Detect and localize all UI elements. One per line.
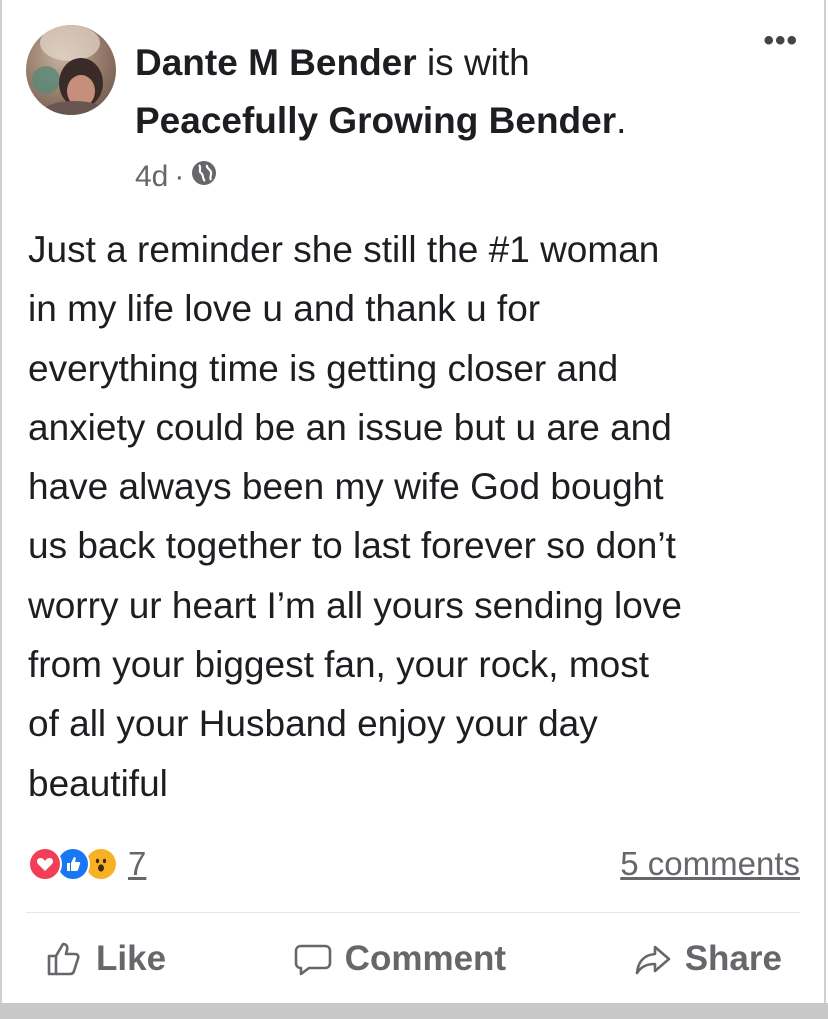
with-text: is with — [426, 42, 530, 83]
post-text: Just a reminder she still the #1 woman i… — [28, 229, 682, 804]
reaction-count[interactable]: 7 — [128, 845, 146, 883]
bottom-separator — [0, 1003, 828, 1019]
comment-label: Comment — [344, 939, 507, 978]
share-label: Share — [684, 939, 782, 978]
meta-separator: · — [174, 160, 185, 193]
post-header: Dante M Bender is with Peacefully Growin… — [135, 34, 735, 150]
avatar[interactable] — [26, 25, 116, 115]
love-reaction-icon — [28, 847, 62, 881]
like-button[interactable]: Like — [26, 939, 184, 979]
author-name[interactable]: Dante M Bender — [135, 42, 417, 83]
reaction-summary[interactable]: 7 — [28, 842, 146, 886]
globe-icon — [190, 159, 218, 195]
share-button[interactable]: Share — [615, 939, 800, 979]
post-time[interactable]: 4d — [135, 160, 168, 194]
comments-count[interactable]: 5 comments — [620, 842, 800, 886]
tagged-suffix: . — [616, 100, 627, 141]
comment-button[interactable]: Comment — [275, 939, 524, 979]
like-label: Like — [96, 939, 167, 978]
share-icon — [633, 939, 673, 979]
more-options-icon[interactable]: ••• — [763, 26, 798, 56]
thumbs-up-icon — [44, 939, 84, 979]
divider — [26, 912, 800, 913]
action-bar: Like Comment Share — [26, 926, 800, 992]
tagged-name[interactable]: Peacefully Growing Bender — [135, 100, 616, 141]
post-meta: 4d · — [135, 155, 218, 199]
comment-icon — [293, 939, 333, 979]
